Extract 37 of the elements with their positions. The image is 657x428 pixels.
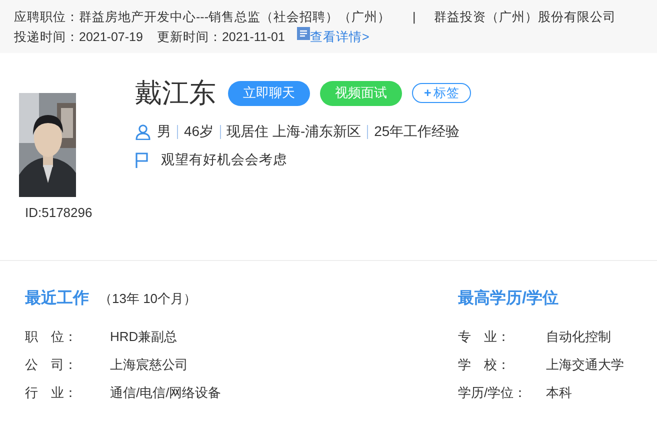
field-value: HRD兼副总 bbox=[110, 329, 178, 345]
video-interview-button[interactable]: 视频面试 bbox=[320, 80, 402, 106]
delivered-label: 投递时间： bbox=[14, 29, 79, 46]
field-label: 学历/学位： bbox=[458, 385, 528, 401]
field-label: 公 司： bbox=[25, 357, 78, 373]
work-duration: （13年 10个月） bbox=[99, 290, 197, 308]
field-value: 上海交通大学 bbox=[546, 357, 624, 373]
updated-label: 更新时间： bbox=[156, 29, 222, 46]
field-label: 行 业： bbox=[25, 385, 78, 401]
candidate-id: ID:5178296 bbox=[25, 205, 94, 220]
field-label: 专 业： bbox=[458, 329, 511, 345]
updated-date: 2021-11-01 bbox=[222, 29, 285, 46]
profile-fact: 46岁 bbox=[184, 123, 214, 141]
position-label: 应聘职位： bbox=[14, 9, 79, 26]
company-name: 群益投资（广州）股份有限公司 bbox=[434, 9, 616, 26]
chat-button[interactable]: 立即聊天 bbox=[228, 80, 310, 106]
profile-fact: 25年工作经验 bbox=[374, 123, 460, 141]
separator: | bbox=[412, 9, 416, 26]
delivered-date: 2021-07-19 bbox=[79, 29, 143, 46]
field-label: 学 校： bbox=[458, 357, 511, 373]
field-value: 通信/电信/网络设备 bbox=[110, 385, 222, 401]
section-title: 最近工作 bbox=[25, 288, 89, 309]
field-value: 自动化控制 bbox=[546, 329, 611, 345]
field-value: 上海宸慈公司 bbox=[110, 357, 188, 373]
position-title: 群益房地产开发中心---销售总监（社会招聘）（广州） bbox=[79, 9, 390, 26]
person-icon bbox=[135, 124, 151, 140]
field-label: 职 位： bbox=[25, 329, 78, 345]
profile-fact: 男 bbox=[157, 123, 171, 141]
section-title: 最高学历/学位 bbox=[458, 288, 558, 309]
flag-icon bbox=[135, 152, 149, 168]
job-status: 观望有好机会会考虑 bbox=[161, 151, 287, 169]
document-icon bbox=[296, 27, 310, 40]
candidate-name: 戴江东 bbox=[135, 77, 216, 110]
add-tag-button[interactable]: + 标签 bbox=[412, 83, 472, 103]
field-value: 本科 bbox=[546, 385, 572, 401]
profile-fact: 现居住 上海-浦东新区 bbox=[226, 123, 362, 141]
details-link[interactable]: 查看详情> bbox=[310, 27, 370, 47]
